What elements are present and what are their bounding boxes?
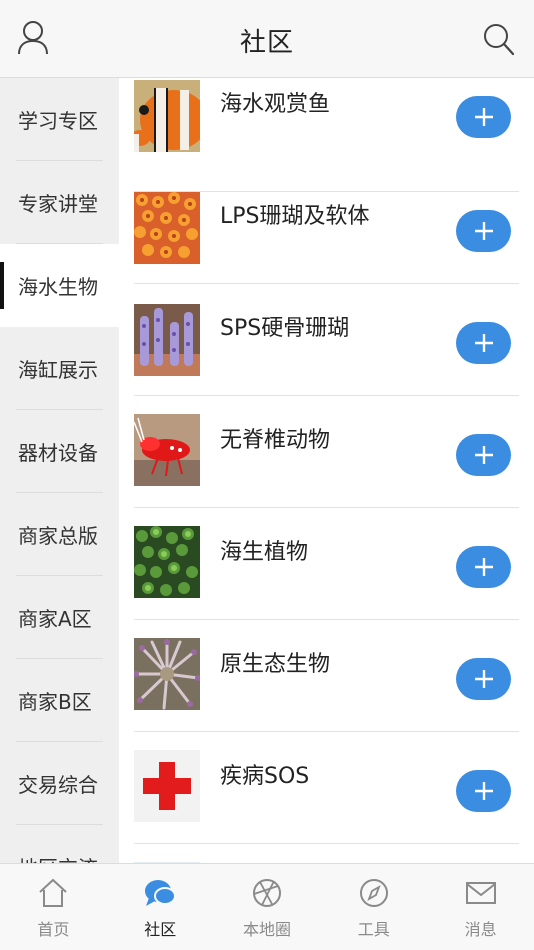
list-item[interactable] [119,844,534,863]
list-item[interactable]: 无脊椎动物 [119,396,534,508]
add-button[interactable] [456,770,511,812]
sidebar-item-label: 交易综合 [18,773,98,797]
tab-label: 消息 [464,920,497,939]
sidebar-item-label: 专家讲堂 [18,192,98,216]
tab-local[interactable]: 本地圈 [214,864,321,950]
sps-coral-image [134,304,200,376]
forum-name: LPS珊瑚及软体 [220,204,370,229]
tab-home[interactable]: 首页 [0,864,107,950]
forum-name: 无脊椎动物 [220,428,331,453]
plus-icon [474,222,493,240]
tab-messages[interactable]: 消息 [427,864,534,950]
chat-bubble-icon [145,880,177,906]
tab-label: 社区 [144,920,177,939]
bottom-tab-bar: 首页 社区 本地圈 工具 消息 [0,863,534,950]
plus-icon [474,108,493,126]
shrimp-image [134,414,200,486]
marine-plant-image [134,526,200,598]
search-icon[interactable] [482,22,516,58]
sidebar-item-merchant-a[interactable]: 商家A区 [0,576,119,659]
sidebar-item-equipment[interactable]: 器材设备 [0,410,119,493]
sidebar-item-marine-life[interactable]: 海水生物 [0,244,119,327]
sidebar-item-label: 器材设备 [18,441,98,465]
forum-name: 海水观赏鱼 [220,92,331,117]
plus-icon [474,334,493,352]
sidebar-item-label: 商家A区 [18,607,92,631]
list-item[interactable]: 疾病SOS [119,732,534,844]
add-button[interactable] [456,210,511,252]
sidebar-item-label: 商家B区 [18,690,92,714]
forum-name: 原生态生物 [220,652,331,677]
add-button[interactable] [456,658,511,700]
tab-label: 本地圈 [242,920,291,939]
home-icon [39,878,68,907]
sidebar-item-trade[interactable]: 交易综合 [0,742,119,825]
mail-icon [465,882,496,904]
red-cross-image [134,750,200,822]
sidebar-item-label: 海水生物 [18,275,98,299]
add-button[interactable] [456,322,511,364]
add-button[interactable] [456,96,511,138]
sidebar-item-merchant-b[interactable]: 商家B区 [0,659,119,742]
list-item[interactable]: 海生植物 [119,508,534,620]
tab-label: 首页 [37,920,70,939]
clownfish-image [134,80,200,152]
add-button[interactable] [456,434,511,476]
top-navigation-bar: 社区 [0,0,534,78]
compass-icon [359,879,388,907]
sidebar-item-label: 商家总版 [18,524,98,548]
tab-tools[interactable]: 工具 [320,864,427,950]
plus-icon [474,446,493,464]
plus-icon [474,782,493,800]
forum-list: 海水观赏鱼 LPS珊瑚及软体 SPS硬骨珊瑚 无脊椎动物 海生植物 原生态生物 … [119,78,534,863]
plus-icon [474,558,493,576]
anemone-image [134,638,200,710]
sidebar-item-regional[interactable]: 地区交流 [0,825,119,863]
tab-community[interactable]: 社区 [107,864,214,950]
forum-name: 疾病SOS [220,764,310,789]
forum-name: 海生植物 [220,540,309,565]
page-title: 社区 [239,28,294,58]
add-button[interactable] [456,546,511,588]
sidebar-item-label: 学习专区 [18,109,98,133]
plus-icon [474,670,493,688]
list-item[interactable]: SPS硬骨珊瑚 [119,284,534,396]
lps-coral-image [134,192,200,264]
category-sidebar: 学习专区 专家讲堂 海水生物 海缸展示 器材设备 商家总版 商家A区 商家B区 … [0,78,119,863]
sidebar-item-study[interactable]: 学习专区 [0,78,119,161]
list-item[interactable]: 原生态生物 [119,620,534,732]
aperture-icon [252,879,281,907]
active-indicator [0,262,4,309]
list-item[interactable]: LPS珊瑚及软体 [119,172,534,284]
sidebar-item-tank-show[interactable]: 海缸展示 [0,327,119,410]
tab-label: 工具 [357,920,390,939]
forum-name: SPS硬骨珊瑚 [220,316,350,341]
sidebar-item-expert[interactable]: 专家讲堂 [0,161,119,244]
sidebar-item-label: 地区交流 [18,852,98,863]
sidebar-item-label: 海缸展示 [18,358,98,382]
sidebar-item-merchant-main[interactable]: 商家总版 [0,493,119,576]
